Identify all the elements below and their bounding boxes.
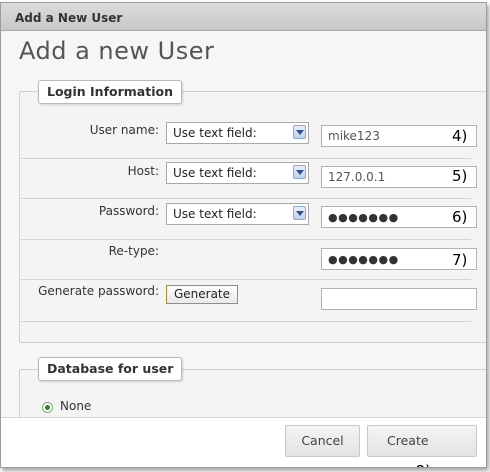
radio-none-label: None xyxy=(60,399,92,413)
row-divider xyxy=(21,198,471,199)
dialog-title: Add a New User xyxy=(15,11,123,25)
row-divider xyxy=(21,158,471,159)
generate-button[interactable]: Generate xyxy=(166,285,238,304)
username-value: mike123 xyxy=(328,129,380,143)
database-for-user-legend: Database for user xyxy=(38,357,183,381)
create-user-button[interactable]: Create User8) xyxy=(367,425,477,467)
add-user-dialog: Add a New User Add a new User Login Info… xyxy=(0,2,487,468)
username-label: User name: xyxy=(89,123,159,137)
row-divider xyxy=(21,239,471,240)
generate-password-label: Generate password: xyxy=(38,284,159,298)
username-source-select[interactable]: Use text field: xyxy=(166,122,309,144)
host-source-value: Use text field: xyxy=(173,166,257,180)
step-marker: 7) xyxy=(452,251,468,269)
generated-password-input[interactable] xyxy=(321,288,477,310)
dialog-titlebar[interactable]: Add a New User xyxy=(1,3,486,31)
chevron-down-icon[interactable] xyxy=(293,206,306,220)
step-marker: 4) xyxy=(452,127,468,145)
radio-none[interactable] xyxy=(42,402,53,413)
chevron-down-icon[interactable] xyxy=(293,125,306,139)
password-source-select[interactable]: Use text field: xyxy=(166,203,309,225)
host-value: 127.0.0.1 xyxy=(328,170,386,184)
row-divider xyxy=(21,321,471,322)
chevron-down-icon[interactable] xyxy=(293,165,306,179)
password-value: ●●●●●●● xyxy=(328,211,399,224)
retype-value: ●●●●●●● xyxy=(328,253,399,266)
retype-label: Re-type: xyxy=(108,244,159,258)
step-marker: 8) xyxy=(416,462,431,467)
cancel-button[interactable]: Cancel xyxy=(285,425,360,457)
step-marker: 5) xyxy=(452,167,468,185)
host-label: Host: xyxy=(127,164,159,178)
password-source-value: Use text field: xyxy=(173,207,257,221)
step-marker: 6) xyxy=(452,208,468,226)
password-label: Password: xyxy=(98,204,159,218)
row-divider xyxy=(21,279,471,280)
host-source-select[interactable]: Use text field: xyxy=(166,162,309,184)
login-information-legend: Login Information xyxy=(38,80,182,104)
page-title: Add a new User xyxy=(19,37,215,65)
username-source-value: Use text field: xyxy=(173,126,257,140)
